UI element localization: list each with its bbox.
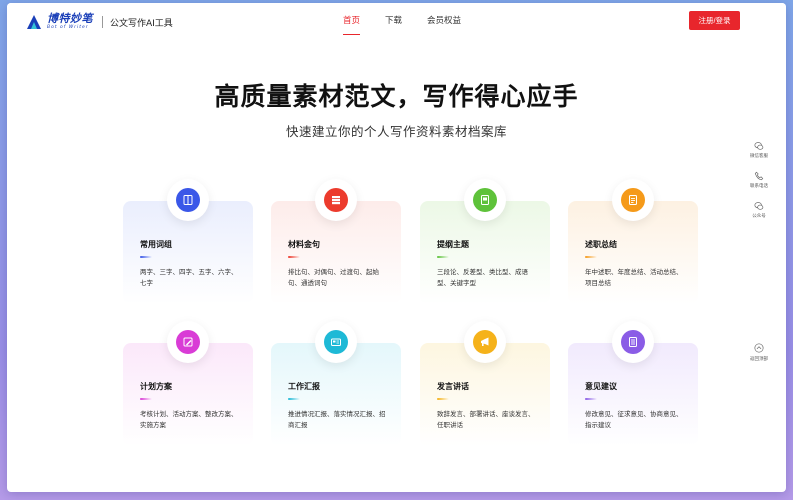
nav-home[interactable]: 首页	[337, 3, 366, 41]
phone-icon	[754, 171, 764, 181]
card-accent-bar	[288, 398, 300, 400]
card-icon	[324, 330, 348, 354]
card-accent-bar	[585, 256, 597, 258]
card-icon-badge	[612, 321, 654, 363]
report-icon	[621, 188, 645, 212]
pen-icon	[176, 330, 200, 354]
wechat-official-icon	[754, 202, 764, 210]
card-accent-bar	[585, 398, 597, 400]
stack-icon	[324, 188, 348, 212]
card-description: 致辞发言、部署讲话、座谈发言、任职讲话	[437, 410, 535, 429]
card-common-phrases[interactable]: 常用词组两字、三字、四字、五字、六字、七字	[123, 179, 253, 304]
nav-download[interactable]: 下载	[379, 3, 408, 41]
card-description: 排比句、对偶句、过渡句、起始句、通透词句	[288, 268, 379, 287]
card-work-briefing[interactable]: 工作汇报推进情况汇报、落实情况汇报、招商汇报	[271, 321, 401, 446]
logo[interactable]: 博特妙笔 Bot of Writer 公文写作AI工具	[25, 12, 173, 32]
card-description: 修改意见、征求意见、协商意见、指示建议	[585, 410, 683, 429]
card-title: 意见建议	[585, 382, 617, 391]
side-official-account[interactable]: 公众号	[742, 201, 776, 231]
side-phone[interactable]: 联系电话	[742, 171, 776, 201]
card-icon-badge	[612, 179, 654, 221]
hero-title: 高质量素材范文，写作得心应手	[214, 82, 579, 111]
logo-tagline: Bot of Writer	[47, 25, 89, 31]
card-opinion-suggestion[interactable]: 意见建议修改意见、征求意见、协商意见、指示建议	[568, 321, 698, 446]
card-icon-badge	[167, 321, 209, 363]
side-wechat-service[interactable]: 微信客服	[742, 141, 776, 171]
card-icon-badge	[315, 179, 357, 221]
card-accent-bar	[140, 256, 152, 258]
card-description: 三段论、反差型、类比型、成语型、关键字型	[437, 268, 528, 287]
card-title: 常用词组	[140, 240, 172, 249]
side-phone-label: 联系电话	[750, 184, 768, 189]
side-wechat-label: 微信客服	[750, 154, 768, 159]
card-speech[interactable]: 发言讲话致辞发言、部署讲话、座谈发言、任职讲话	[420, 321, 550, 446]
card-title: 材料金句	[288, 240, 320, 249]
card-accent-bar	[437, 398, 449, 400]
logo-text: 博特妙笔 Bot of Writer	[47, 13, 93, 31]
card-icon-badge	[464, 179, 506, 221]
nav-membership[interactable]: 会员权益	[421, 3, 467, 41]
doc-icon	[621, 330, 645, 354]
card-work-report-summary[interactable]: 述职总结年中述职、年度总结、活动总结、项目总结	[568, 179, 698, 304]
card-icon-badge	[167, 179, 209, 221]
card-accent-bar	[437, 256, 449, 258]
megaphone-icon	[473, 330, 497, 354]
card-title: 计划方案	[140, 382, 172, 391]
hero-subtitle: 快速建立你的个人写作资料素材档案库	[285, 124, 507, 139]
arrow-up-circle-icon	[754, 343, 764, 353]
card-accent-bar	[140, 398, 152, 400]
logo-mark-icon	[25, 13, 43, 31]
outline-icon	[473, 188, 497, 212]
card-title: 发言讲话	[437, 382, 469, 391]
card-description: 两字、三字、四字、五字、六字、七字	[140, 268, 238, 287]
product-subtitle: 公文写作AI工具	[110, 18, 173, 29]
register-login-button[interactable]: 注册/登录	[689, 11, 740, 30]
card-accent-bar	[288, 256, 300, 258]
wechat-icon	[754, 142, 764, 150]
card-title: 述职总结	[585, 240, 617, 249]
back-to-top-label: 返回顶部	[750, 357, 768, 362]
back-to-top[interactable]: 返回顶部	[742, 343, 776, 362]
card-description: 推进情况汇报、落实情况汇报、招商汇报	[288, 410, 386, 429]
side-toolbar: 微信客服 联系电话 公众号	[742, 141, 776, 231]
card-outline-topics[interactable]: 提纲主题三段论、反差型、类比型、成语型、关键字型	[420, 179, 550, 304]
top-header: 博特妙笔 Bot of Writer 公文写作AI工具 首页 下载 会员权益 注…	[7, 3, 786, 41]
card-icon-badge	[464, 321, 506, 363]
card-title: 提纲主题	[437, 240, 469, 249]
card-plan-scheme[interactable]: 计划方案考核计划、活动方案、整改方案、实施方案	[123, 321, 253, 446]
card-description: 考核计划、活动方案、整改方案、实施方案	[140, 410, 238, 429]
card-description: 年中述职、年度总结、活动总结、项目总结	[585, 268, 683, 287]
card-icon-badge	[315, 321, 357, 363]
main-nav: 首页 下载 会员权益	[337, 3, 480, 41]
app-window: 博特妙笔 Bot of Writer 公文写作AI工具 首页 下载 会员权益 注…	[7, 3, 786, 492]
logo-name: 博特妙笔	[47, 12, 93, 26]
logo-divider	[102, 16, 103, 28]
card-golden-sentences[interactable]: 材料金句排比句、对偶句、过渡句、起始句、通透词句	[271, 179, 401, 304]
side-official-label: 公众号	[752, 214, 766, 219]
book-icon	[176, 188, 200, 212]
card-title: 工作汇报	[288, 382, 320, 391]
